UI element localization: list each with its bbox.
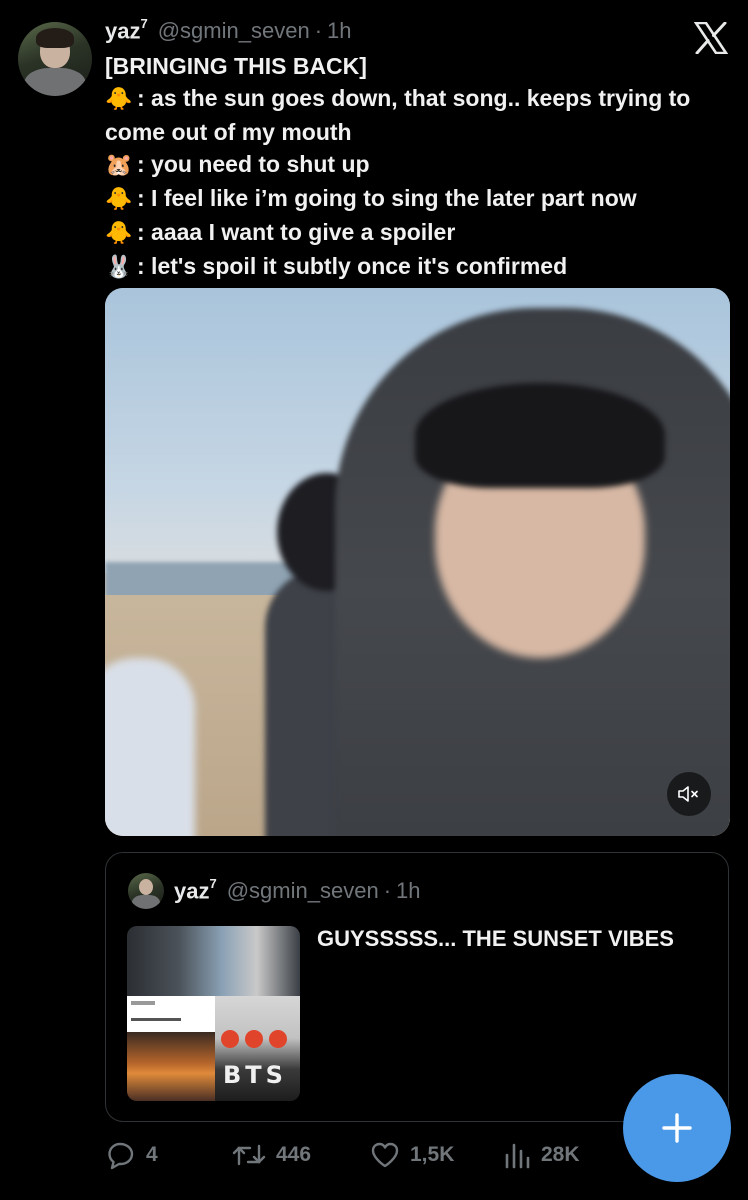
avatar-coat: [24, 68, 86, 96]
avatar-hair: [36, 28, 74, 48]
tweet-line-3: 🐹: you need to shut up: [105, 148, 735, 182]
quoted-author-avatar[interactable]: [128, 873, 164, 909]
quoted-tweet-header: yaz7 @sgmin_seven · 1h: [174, 876, 421, 904]
tweet-video[interactable]: [105, 288, 730, 836]
thumb-snip-line: [131, 1001, 155, 1005]
retweet-button[interactable]: 446: [232, 1137, 311, 1173]
hamster-emoji-icon: 🐹: [105, 153, 133, 178]
thumb-red-circle: [221, 1030, 239, 1048]
chick-emoji-icon: 🐥: [105, 187, 133, 212]
like-button[interactable]: 1,5K: [370, 1137, 454, 1173]
tweet-text: [BRINGING THIS BACK] 🐥: as the sun goes …: [105, 50, 735, 284]
thumb-tweet-screenshot: [127, 996, 215, 1032]
reply-count: 4: [146, 1143, 158, 1166]
heart-icon: [371, 1142, 399, 1168]
quoted-tweet-time[interactable]: 1h: [396, 878, 420, 904]
thumb-snip-line: [131, 1018, 181, 1021]
retweet-icon: [232, 1144, 266, 1166]
compose-button[interactable]: [623, 1074, 731, 1182]
tweet-line-4: 🐥: I feel like i’m going to sing the lat…: [105, 182, 735, 216]
quoted-name-superscript: 7: [209, 876, 217, 891]
views-button[interactable]: 28K: [503, 1137, 580, 1173]
quoted-author-handle[interactable]: @sgmin_seven: [227, 878, 379, 904]
header-separator: ·: [314, 18, 323, 44]
quoted-avatar-face: [139, 879, 153, 895]
tweet-line-5: 🐥: aaaa I want to give a spoiler: [105, 216, 735, 250]
quoted-tweet-text: GUYSSSSS... THE SUNSET VIBES: [317, 926, 674, 951]
views-icon: [505, 1143, 530, 1169]
video-person-left: [105, 658, 195, 836]
thumb-red-circle: [245, 1030, 263, 1048]
speaker-muted-icon: [678, 786, 698, 802]
author-display-name[interactable]: yaz7: [105, 16, 148, 44]
thumb-sunset-photo: [127, 1032, 215, 1101]
quoted-header-separator: ·: [383, 878, 392, 904]
reply-icon: [108, 1142, 134, 1170]
mute-button[interactable]: [667, 772, 711, 816]
quoted-tweet-thumbnail[interactable]: BTS: [127, 926, 300, 1101]
quoted-avatar-coat: [132, 895, 160, 909]
author-avatar[interactable]: [18, 22, 92, 96]
reply-button[interactable]: 4: [106, 1137, 158, 1173]
chick-emoji-icon: 🐥: [105, 87, 133, 112]
quoted-author-display-name[interactable]: yaz7: [174, 876, 217, 904]
plus-icon: [662, 1113, 692, 1143]
author-name-superscript: 7: [140, 16, 148, 31]
tweet-line-2: 🐥: as the sun goes down, that song.. kee…: [105, 85, 691, 145]
like-count: 1,5K: [410, 1143, 455, 1166]
tweet-time[interactable]: 1h: [327, 18, 351, 44]
views-count: 28K: [541, 1143, 580, 1166]
thumb-group-photo: [127, 926, 300, 996]
tweet-line-1: [BRINGING THIS BACK]: [105, 53, 367, 79]
author-handle[interactable]: @sgmin_seven: [158, 18, 310, 44]
thumb-bts-lettering: BTS: [223, 1061, 287, 1089]
tweet-line-6: 🐰: let's spoil it subtly once it's confi…: [105, 250, 735, 284]
retweet-count: 446: [276, 1143, 312, 1166]
chick-emoji-icon: 🐥: [105, 221, 133, 246]
tweet-header: yaz7 @sgmin_seven · 1h: [105, 16, 352, 48]
thumb-red-circle: [269, 1030, 287, 1048]
rabbit-emoji-icon: 🐰: [105, 255, 133, 280]
video-hair: [415, 383, 665, 488]
